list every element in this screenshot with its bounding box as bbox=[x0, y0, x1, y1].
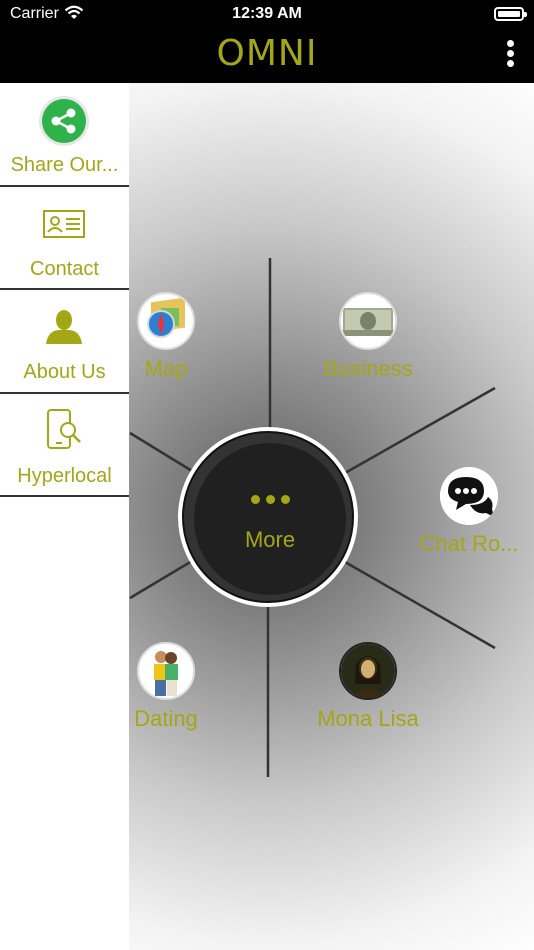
side-item-label: Share Our... bbox=[10, 154, 119, 176]
side-item-share[interactable]: Share Our... bbox=[0, 83, 129, 187]
radial-item-business[interactable]: Business bbox=[288, 292, 448, 382]
person-icon bbox=[38, 302, 90, 354]
side-item-about-us[interactable]: About Us bbox=[0, 290, 129, 394]
money-icon bbox=[339, 292, 397, 350]
radial-item-label: Chat Ro... bbox=[419, 531, 519, 556]
side-item-label: About Us bbox=[23, 361, 106, 383]
map-compass-icon bbox=[137, 292, 195, 350]
side-item-label: Hyperlocal bbox=[17, 464, 112, 487]
radial-item-label: Mona Lisa bbox=[317, 706, 419, 731]
radial-item-mona-lisa[interactable]: Mona Lisa bbox=[288, 642, 448, 732]
phone-search-icon bbox=[38, 406, 90, 458]
side-item-label: Contact bbox=[30, 257, 99, 280]
more-options-icon[interactable] bbox=[502, 40, 518, 70]
battery-icon bbox=[494, 7, 527, 21]
contact-card-icon bbox=[38, 199, 90, 251]
top-bar: Carrier 12:39 AM OMNI bbox=[0, 0, 534, 83]
ellipsis-icon bbox=[194, 491, 346, 509]
radial-item-label: Business bbox=[323, 356, 413, 381]
mona-lisa-icon bbox=[339, 642, 397, 700]
clock: 12:39 AM bbox=[232, 5, 302, 22]
more-label: More bbox=[244, 527, 296, 552]
side-item-contact[interactable]: Contact bbox=[0, 187, 129, 290]
radial-item-chat-room[interactable]: Chat Ro... bbox=[389, 467, 534, 557]
status-bar: Carrier 12:39 AM bbox=[0, 0, 534, 28]
app-title: OMNI bbox=[216, 33, 318, 74]
share-icon bbox=[38, 95, 90, 147]
chat-bubbles-icon bbox=[440, 467, 498, 525]
couple-icon bbox=[137, 642, 195, 700]
side-menu: Share Our... Contact About Us Hyperlocal bbox=[0, 83, 129, 950]
side-item-hyperlocal[interactable]: Hyperlocal bbox=[0, 394, 129, 497]
more-button[interactable]: More bbox=[178, 427, 358, 607]
